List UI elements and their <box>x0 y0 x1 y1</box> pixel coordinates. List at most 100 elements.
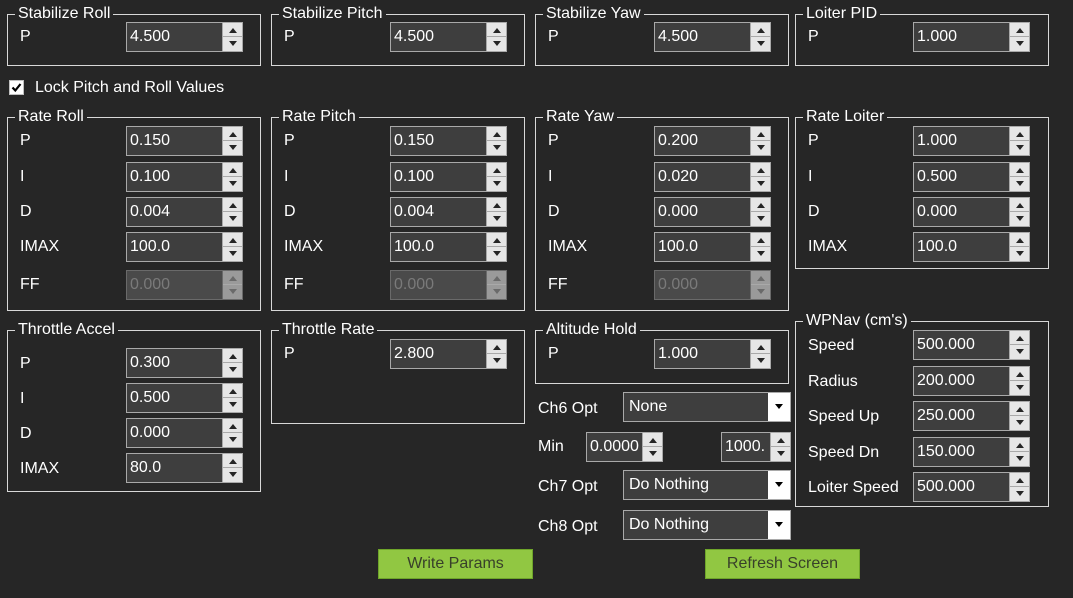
write-params-button[interactable]: Write Params <box>378 549 533 579</box>
spinner[interactable] <box>486 197 507 227</box>
increment-button[interactable] <box>1010 233 1029 247</box>
increment-button[interactable] <box>1010 163 1029 177</box>
dropdown-button[interactable] <box>768 511 790 539</box>
increment-button[interactable] <box>771 433 790 447</box>
numeric-field[interactable] <box>913 401 1010 431</box>
numeric-field[interactable] <box>126 383 223 413</box>
spinner[interactable] <box>1009 232 1030 262</box>
rate-pitch-i-input[interactable] <box>390 162 507 192</box>
wpnav-speed-dn-input[interactable] <box>913 437 1030 467</box>
decrement-button[interactable] <box>643 447 662 461</box>
numeric-field[interactable] <box>126 348 223 378</box>
numeric-field[interactable] <box>126 162 223 192</box>
numeric-field[interactable] <box>654 162 751 192</box>
increment-button[interactable] <box>223 419 242 433</box>
increment-button[interactable] <box>223 198 242 212</box>
ch6-opt-select[interactable]: None <box>623 392 791 422</box>
spinner[interactable] <box>486 232 507 262</box>
spinner[interactable] <box>222 453 243 483</box>
increment-button[interactable] <box>1010 438 1029 452</box>
decrement-button[interactable] <box>223 247 242 261</box>
spinner[interactable] <box>750 126 771 156</box>
numeric-field[interactable] <box>913 22 1010 52</box>
spinner[interactable] <box>750 232 771 262</box>
throttle-accel-d-input[interactable] <box>126 418 243 448</box>
numeric-field[interactable] <box>654 232 751 262</box>
decrement-button[interactable] <box>751 212 770 226</box>
stabilize-roll-p-input[interactable] <box>126 22 243 52</box>
increment-button[interactable] <box>751 23 770 37</box>
spinner[interactable] <box>642 432 663 462</box>
increment-button[interactable] <box>1010 331 1029 345</box>
increment-button[interactable] <box>487 340 506 354</box>
increment-button[interactable] <box>223 233 242 247</box>
rate-loiter-p-input[interactable] <box>913 126 1030 156</box>
spinner[interactable] <box>222 126 243 156</box>
dropdown-button[interactable] <box>768 471 790 499</box>
rate-pitch-d-input[interactable] <box>390 197 507 227</box>
spinner[interactable] <box>1009 330 1030 360</box>
decrement-button[interactable] <box>1010 345 1029 359</box>
decrement-button[interactable] <box>1010 141 1029 155</box>
decrement-button[interactable] <box>487 212 506 226</box>
increment-button[interactable] <box>223 127 242 141</box>
altitude-hold-p-input[interactable] <box>654 339 771 369</box>
throttle-accel-imax-input[interactable] <box>126 453 243 483</box>
numeric-field[interactable] <box>390 232 487 262</box>
wpnav-speed-input[interactable] <box>913 330 1030 360</box>
decrement-button[interactable] <box>1010 416 1029 430</box>
numeric-field[interactable] <box>390 126 487 156</box>
rate-yaw-d-input[interactable] <box>654 197 771 227</box>
decrement-button[interactable] <box>1010 212 1029 226</box>
spinner[interactable] <box>1009 162 1030 192</box>
spinner[interactable] <box>1009 22 1030 52</box>
spinner[interactable] <box>486 126 507 156</box>
spinner[interactable] <box>1009 437 1030 467</box>
throttle-rate-p-input[interactable] <box>390 339 507 369</box>
numeric-field[interactable] <box>654 126 751 156</box>
decrement-button[interactable] <box>751 141 770 155</box>
decrement-button[interactable] <box>751 247 770 261</box>
increment-button[interactable] <box>1010 367 1029 381</box>
increment-button[interactable] <box>751 233 770 247</box>
numeric-field[interactable] <box>913 162 1010 192</box>
increment-button[interactable] <box>223 23 242 37</box>
decrement-button[interactable] <box>223 212 242 226</box>
rate-roll-i-input[interactable] <box>126 162 243 192</box>
stabilize-pitch-p-input[interactable] <box>390 22 507 52</box>
rate-pitch-imax-input[interactable] <box>390 232 507 262</box>
throttle-accel-p-input[interactable] <box>126 348 243 378</box>
numeric-field[interactable] <box>126 126 223 156</box>
numeric-field[interactable] <box>390 22 487 52</box>
decrement-button[interactable] <box>487 177 506 191</box>
numeric-field[interactable] <box>126 197 223 227</box>
increment-button[interactable] <box>223 163 242 177</box>
increment-button[interactable] <box>487 233 506 247</box>
decrement-button[interactable] <box>1010 452 1029 466</box>
decrement-button[interactable] <box>1010 381 1029 395</box>
rate-yaw-i-input[interactable] <box>654 162 771 192</box>
numeric-field[interactable] <box>126 453 223 483</box>
ch8-opt-select[interactable]: Do Nothing <box>623 510 791 540</box>
spinner[interactable] <box>486 339 507 369</box>
refresh-screen-button[interactable]: Refresh Screen <box>705 549 860 579</box>
spinner[interactable] <box>222 383 243 413</box>
increment-button[interactable] <box>223 454 242 468</box>
spinner[interactable] <box>1009 472 1030 502</box>
numeric-field[interactable] <box>913 472 1010 502</box>
decrement-button[interactable] <box>487 37 506 51</box>
spinner[interactable] <box>750 22 771 52</box>
wpnav-loiter-speed-input[interactable] <box>913 472 1030 502</box>
numeric-field[interactable] <box>913 366 1010 396</box>
decrement-button[interactable] <box>223 433 242 447</box>
increment-button[interactable] <box>487 198 506 212</box>
spinner[interactable] <box>486 22 507 52</box>
increment-button[interactable] <box>751 163 770 177</box>
ch7-opt-select[interactable]: Do Nothing <box>623 470 791 500</box>
increment-button[interactable] <box>1010 127 1029 141</box>
increment-button[interactable] <box>751 198 770 212</box>
decrement-button[interactable] <box>223 37 242 51</box>
rate-roll-imax-input[interactable] <box>126 232 243 262</box>
spinner[interactable] <box>750 197 771 227</box>
decrement-button[interactable] <box>1010 487 1029 501</box>
